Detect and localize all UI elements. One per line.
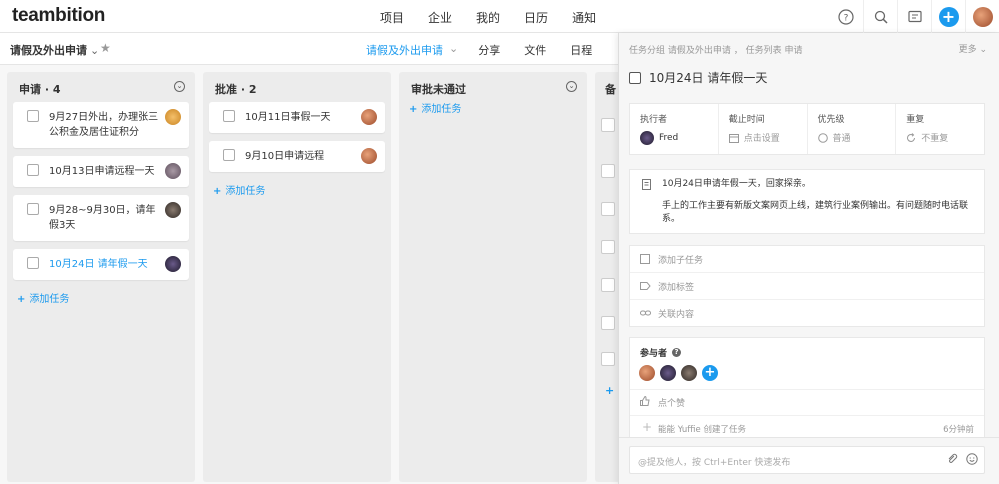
task-description[interactable]: 10月24日申请年假一天，回家探亲。 手上的工作主要有新版文案网页上线，建筑行业… bbox=[629, 169, 985, 234]
chevron-down-icon[interactable]: ⌄ bbox=[449, 42, 458, 58]
tab-share[interactable]: 分享 bbox=[478, 42, 500, 58]
avatar[interactable] bbox=[639, 365, 655, 381]
help-icon[interactable]: ? bbox=[829, 0, 863, 33]
column-menu-icon[interactable]: ⌄ bbox=[566, 81, 577, 92]
avatar[interactable] bbox=[660, 365, 676, 381]
chevron-down-icon: ⌄ bbox=[90, 44, 100, 57]
column-title: 审批未通过 ⌄ bbox=[399, 72, 587, 102]
chat-icon[interactable] bbox=[897, 0, 931, 33]
due-date-field[interactable]: 截止时间 点击设置 bbox=[719, 104, 808, 154]
task-checkbox[interactable] bbox=[629, 71, 641, 84]
avatar bbox=[361, 109, 377, 125]
tab-board[interactable]: 请假及外出申请 bbox=[366, 42, 443, 68]
participants-section: 参与者 ? + 点个赞 + 能能 Yuffie 创建了任务 6分钟前 bbox=[629, 337, 985, 438]
add-icon[interactable]: + bbox=[931, 0, 965, 33]
kanban-board: 申请 · 4 ⌄ 9月27日外出，办理张三公积金及居住证积分 10月13日申请远… bbox=[0, 65, 625, 484]
column-rejected: 审批未通过 ⌄ + 添加任务 bbox=[399, 72, 587, 482]
priority-field[interactable]: 优先级 普通 bbox=[808, 104, 897, 154]
tab-files[interactable]: 文件 bbox=[524, 42, 546, 58]
add-task-button[interactable]: + 添加任务 bbox=[203, 180, 391, 199]
task-card-selected[interactable]: 10月24日 请年假一天 bbox=[13, 249, 189, 280]
top-icons: ? + bbox=[829, 0, 999, 33]
priority-icon bbox=[817, 132, 828, 143]
repeat-field[interactable]: 重复 不重复 bbox=[896, 104, 984, 154]
avatar bbox=[165, 256, 181, 272]
user-avatar[interactable] bbox=[965, 0, 999, 33]
comment-area: @提及他人，按 Ctrl+Enter 快速发布 bbox=[619, 437, 999, 484]
avatar bbox=[361, 148, 377, 164]
search-icon[interactable] bbox=[863, 0, 897, 33]
task-checkbox bbox=[601, 352, 615, 366]
add-icon: + bbox=[605, 384, 615, 397]
avatar bbox=[640, 131, 654, 145]
task-card[interactable]: 9月28~9月30日，请年假3天 bbox=[13, 195, 189, 241]
task-checkbox[interactable] bbox=[27, 164, 39, 176]
nav-mine[interactable]: 我的 bbox=[476, 9, 500, 26]
participants-header: 参与者 ? bbox=[630, 338, 984, 363]
comment-input[interactable]: @提及他人，按 Ctrl+Enter 快速发布 bbox=[629, 446, 985, 474]
tab-schedule[interactable]: 日程 bbox=[570, 42, 592, 58]
attachment-icon[interactable] bbox=[946, 453, 958, 465]
task-checkbox[interactable] bbox=[27, 110, 39, 122]
star-icon[interactable]: ★ bbox=[100, 41, 111, 55]
task-card[interactable]: 10月13日申请远程一天 bbox=[13, 156, 189, 187]
nav-notifications[interactable]: 通知 bbox=[572, 9, 596, 26]
task-meta: 执行者 Fred 截止时间 点击设置 优先级 普通 重复 不重复 bbox=[629, 103, 985, 155]
plus-icon: + bbox=[642, 420, 653, 434]
task-checkbox bbox=[601, 118, 615, 132]
calendar-icon bbox=[728, 133, 739, 143]
link-icon bbox=[640, 310, 651, 316]
nav-enterprise[interactable]: 企业 bbox=[428, 9, 452, 26]
task-checkbox bbox=[601, 164, 615, 178]
task-checkbox[interactable] bbox=[223, 110, 235, 122]
participants-list: + bbox=[630, 363, 984, 390]
add-task-button[interactable]: + 添加任务 bbox=[7, 288, 195, 307]
column-apply: 申请 · 4 ⌄ 9月27日外出，办理张三公积金及居住证积分 10月13日申请远… bbox=[7, 72, 195, 482]
help-icon[interactable]: ? bbox=[672, 348, 682, 357]
top-bar: teambition 项目 企业 我的 日历 通知 ? + bbox=[0, 0, 999, 33]
avatar bbox=[165, 109, 181, 125]
task-checkbox bbox=[601, 316, 615, 330]
document-icon bbox=[642, 179, 651, 190]
more-menu[interactable]: 更多 ⌄ bbox=[959, 42, 987, 55]
avatar bbox=[165, 202, 181, 218]
column-title: 申请 · 4 ⌄ bbox=[7, 72, 195, 102]
top-nav: 项目 企业 我的 日历 通知 bbox=[380, 9, 620, 26]
task-checkbox[interactable] bbox=[27, 203, 39, 215]
task-checkbox bbox=[601, 278, 615, 292]
column-title: 批准 · 2 bbox=[215, 83, 257, 96]
add-tag-button[interactable]: 添加标签 bbox=[630, 273, 984, 300]
task-card[interactable]: 10月11日事假一天 bbox=[209, 102, 385, 133]
add-participant-button[interactable]: + bbox=[702, 365, 718, 381]
emoji-icon[interactable] bbox=[966, 453, 978, 465]
repeat-icon bbox=[907, 132, 916, 142]
checkbox-icon bbox=[640, 254, 650, 264]
tag-icon bbox=[640, 282, 651, 290]
column-menu-icon[interactable]: ⌄ bbox=[174, 81, 185, 92]
panel-breadcrumb: 任务分组 请假及外出申请 ， 任务列表 申请 更多 ⌄ bbox=[619, 33, 999, 66]
nav-calendar[interactable]: 日历 bbox=[524, 9, 548, 26]
brand-logo[interactable]: teambition bbox=[12, 5, 105, 27]
project-title[interactable]: 请假及外出申请 ⌄ bbox=[10, 42, 99, 58]
column-approved: 批准 · 2 10月11日事假一天 9月10日申请远程 + 添加任务 bbox=[203, 72, 391, 482]
task-card[interactable]: 9月10日申请远程 bbox=[209, 141, 385, 172]
avatar[interactable] bbox=[681, 365, 697, 381]
task-detail-panel: 任务分组 请假及外出申请 ， 任务列表 申请 更多 ⌄ 10月24日 请年假一天… bbox=[618, 33, 999, 484]
like-button[interactable]: 点个赞 bbox=[630, 390, 984, 416]
svg-text:?: ? bbox=[844, 13, 849, 23]
avatar bbox=[165, 163, 181, 179]
assignee-field[interactable]: 执行者 Fred bbox=[630, 104, 719, 154]
link-content-button[interactable]: 关联内容 bbox=[630, 300, 984, 327]
task-checkbox[interactable] bbox=[27, 257, 39, 269]
task-checkbox bbox=[601, 202, 615, 216]
task-checkbox[interactable] bbox=[223, 149, 235, 161]
nav-projects[interactable]: 项目 bbox=[380, 9, 404, 26]
add-subtask-button[interactable]: 添加子任务 bbox=[630, 246, 984, 273]
task-title[interactable]: 10月24日 请年假一天 bbox=[629, 69, 767, 86]
task-actions: 添加子任务 添加标签 关联内容 bbox=[629, 245, 985, 327]
task-card[interactable]: 9月27日外出，办理张三公积金及居住证积分 bbox=[13, 102, 189, 148]
thumbs-up-icon bbox=[640, 396, 650, 406]
task-checkbox bbox=[601, 240, 615, 254]
project-views: 请假及外出申请 ⌄ 分享 文件 日程 bbox=[366, 42, 616, 68]
